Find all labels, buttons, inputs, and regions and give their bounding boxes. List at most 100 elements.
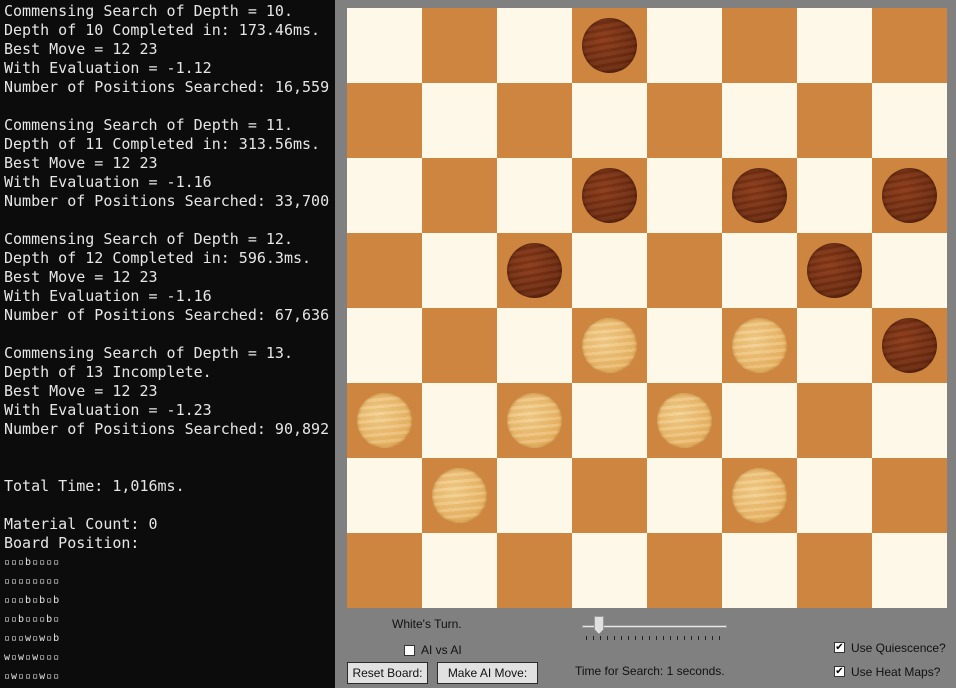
reset-board-button[interactable]: Reset Board: <box>347 662 428 684</box>
dark-checker-piece[interactable] <box>582 18 637 73</box>
board-square[interactable] <box>872 8 947 83</box>
board-square[interactable] <box>797 458 872 533</box>
dark-checker-piece[interactable] <box>882 318 937 373</box>
board-square[interactable] <box>872 458 947 533</box>
light-checker-piece[interactable] <box>432 468 487 523</box>
console-line: Best Move = 12 23 <box>4 154 158 172</box>
board-square[interactable] <box>497 8 572 83</box>
use-quiescence-checkbox[interactable]: ✔ <box>834 642 845 653</box>
board-square[interactable] <box>722 383 797 458</box>
board-square[interactable] <box>422 83 497 158</box>
console-board-line: ▫▫▫b▫▫▫▫ <box>4 557 61 568</box>
board-square[interactable] <box>347 158 422 233</box>
use-heat-maps-label: Use Heat Maps? <box>851 665 941 679</box>
board-square[interactable] <box>647 308 722 383</box>
board-square[interactable] <box>347 308 422 383</box>
console-line: Commensing Search of Depth = 10. <box>4 2 293 20</box>
board-square[interactable] <box>872 158 947 233</box>
board-square[interactable] <box>722 308 797 383</box>
board-square[interactable] <box>872 83 947 158</box>
console-line: With Evaluation = -1.16 <box>4 173 212 191</box>
board-square[interactable] <box>797 83 872 158</box>
board-square[interactable] <box>872 533 947 608</box>
board-square[interactable] <box>647 83 722 158</box>
board-square[interactable] <box>572 233 647 308</box>
board-square[interactable] <box>647 383 722 458</box>
board-square[interactable] <box>647 8 722 83</box>
board-square[interactable] <box>872 233 947 308</box>
board-square[interactable] <box>797 158 872 233</box>
board-square[interactable] <box>497 158 572 233</box>
board-square[interactable] <box>347 8 422 83</box>
board-square[interactable] <box>872 308 947 383</box>
ai-vs-ai-checkbox[interactable] <box>404 645 415 656</box>
dark-checker-piece[interactable] <box>507 243 562 298</box>
board-square[interactable] <box>797 383 872 458</box>
light-checker-piece[interactable] <box>732 318 787 373</box>
board-square[interactable] <box>797 233 872 308</box>
board-square[interactable] <box>872 383 947 458</box>
board-square[interactable] <box>572 383 647 458</box>
board-square[interactable] <box>347 83 422 158</box>
board-square[interactable] <box>497 383 572 458</box>
slider-tick <box>663 636 664 640</box>
dark-checker-piece[interactable] <box>807 243 862 298</box>
board-square[interactable] <box>497 233 572 308</box>
use-quiescence-label: Use Quiescence? <box>851 641 946 655</box>
checkers-board[interactable] <box>347 8 947 608</box>
light-checker-piece[interactable] <box>657 393 712 448</box>
board-square[interactable] <box>722 458 797 533</box>
console-board-line: ▫▫▫w▫w▫b <box>4 633 61 644</box>
light-checker-piece[interactable] <box>507 393 562 448</box>
board-square[interactable] <box>422 233 497 308</box>
board-square[interactable] <box>797 533 872 608</box>
board-square[interactable] <box>572 458 647 533</box>
board-square[interactable] <box>797 308 872 383</box>
board-square[interactable] <box>422 158 497 233</box>
board-square[interactable] <box>647 533 722 608</box>
light-checker-piece[interactable] <box>582 318 637 373</box>
slider-tick <box>614 636 615 640</box>
board-square[interactable] <box>722 83 797 158</box>
board-square[interactable] <box>422 533 497 608</box>
console-line: Depth of 13 Incomplete. <box>4 363 212 381</box>
slider-tick <box>593 636 594 640</box>
board-square[interactable] <box>572 158 647 233</box>
board-square[interactable] <box>572 308 647 383</box>
dark-checker-piece[interactable] <box>732 168 787 223</box>
board-square[interactable] <box>722 8 797 83</box>
board-square[interactable] <box>722 233 797 308</box>
board-square[interactable] <box>647 233 722 308</box>
board-square[interactable] <box>422 8 497 83</box>
search-time-slider-thumb[interactable] <box>594 616 604 634</box>
board-square[interactable] <box>572 83 647 158</box>
board-square[interactable] <box>647 158 722 233</box>
board-square[interactable] <box>722 158 797 233</box>
board-square[interactable] <box>497 533 572 608</box>
light-checker-piece[interactable] <box>357 393 412 448</box>
board-square[interactable] <box>347 383 422 458</box>
board-square[interactable] <box>797 8 872 83</box>
board-square[interactable] <box>347 233 422 308</box>
board-square[interactable] <box>572 8 647 83</box>
slider-tick <box>712 636 713 640</box>
board-square[interactable] <box>347 533 422 608</box>
dark-checker-piece[interactable] <box>582 168 637 223</box>
light-checker-piece[interactable] <box>732 468 787 523</box>
board-square[interactable] <box>422 458 497 533</box>
board-square[interactable] <box>722 533 797 608</box>
board-square[interactable] <box>497 308 572 383</box>
board-square[interactable] <box>497 458 572 533</box>
board-square[interactable] <box>422 308 497 383</box>
board-square[interactable] <box>647 458 722 533</box>
board-square[interactable] <box>422 383 497 458</box>
board-square[interactable] <box>497 83 572 158</box>
console-line: Depth of 11 Completed in: 313.56ms. <box>4 135 321 153</box>
use-heat-maps-checkbox[interactable]: ✔ <box>834 666 845 677</box>
make-ai-move-button[interactable]: Make AI Move: <box>437 662 538 684</box>
heat-maps-check-icon: ✔ <box>835 666 844 677</box>
board-square[interactable] <box>572 533 647 608</box>
dark-checker-piece[interactable] <box>882 168 937 223</box>
console-line: With Evaluation = -1.16 <box>4 287 212 305</box>
board-square[interactable] <box>347 458 422 533</box>
